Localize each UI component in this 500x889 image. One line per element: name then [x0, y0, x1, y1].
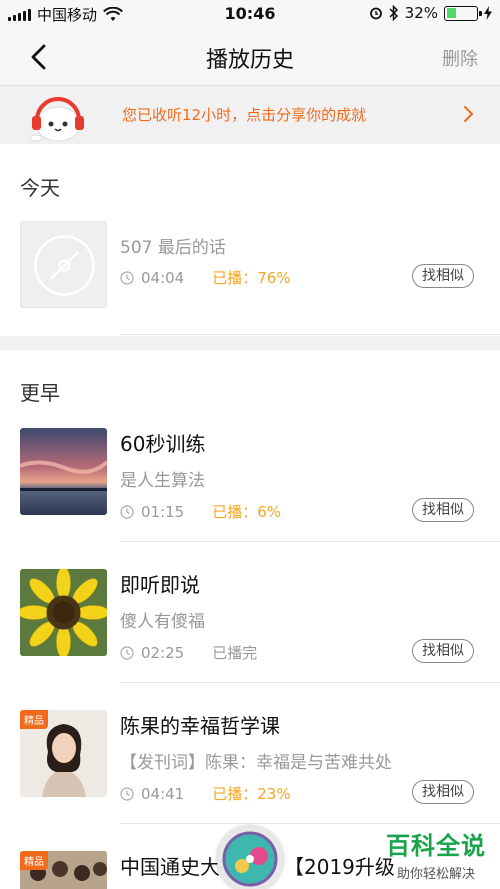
item-played-progress: 已播：76% [212, 269, 291, 287]
item-duration: 04:41 [141, 784, 185, 803]
item-subtitle: 傻人有傻福 [120, 612, 205, 632]
item-meta: 04:41 已播：23% [120, 783, 291, 804]
now-playing-cover-icon [222, 831, 278, 887]
item-played-progress: 已播完 [212, 644, 258, 662]
sunset-thumbnail [20, 428, 107, 515]
item-title-tail: 【2019升级 [284, 855, 395, 879]
find-similar-button[interactable]: 找相似 [412, 639, 474, 663]
charging-icon [484, 6, 492, 20]
item-duration: 01:15 [141, 502, 185, 521]
clock-icon [120, 270, 134, 285]
item-title: 陈果的幸福哲学课 [120, 714, 280, 738]
page-title: 播放历史 [205, 48, 294, 73]
item-meta: 01:15 已播：6% [120, 501, 281, 522]
row-divider [120, 823, 500, 824]
nav-bar: 播放历史 删除 [0, 28, 500, 86]
status-right: 32% [369, 4, 492, 22]
share-achievement-banner[interactable]: 您已收听12小时，点击分享你的成就 [0, 86, 500, 144]
item-meta: 02:25 已播完 [120, 642, 257, 663]
delete-button[interactable]: 删除 [442, 45, 478, 71]
section-earlier: 更早 [20, 381, 60, 405]
portrait-thumbnail: 精品 [20, 710, 107, 797]
item-title: 507 最后的话 [120, 238, 226, 258]
item-played-progress: 已播：23% [212, 785, 291, 803]
clock-icon [120, 786, 134, 801]
battery-level [446, 8, 456, 18]
disc-placeholder-thumbnail [20, 221, 107, 308]
item-title: 60秒训练 [120, 432, 206, 456]
item-title-head: 中国通史大 [120, 855, 220, 879]
status-bar: 中国移动 10:46 32% [0, 0, 500, 28]
item-duration: 02:25 [141, 643, 185, 662]
history-item[interactable]: 507 最后的话 04:04 已播：76% 找相似 [0, 205, 500, 345]
row-divider [120, 682, 500, 683]
row-divider [120, 334, 500, 335]
item-title: 即听即说 [120, 573, 200, 597]
group-photo-thumbnail: 精品 [20, 851, 107, 889]
row-divider [120, 541, 500, 542]
find-similar-button[interactable]: 找相似 [412, 780, 474, 804]
premium-badge: 精品 [20, 851, 48, 870]
item-meta: 04:04 已播：76% [120, 267, 291, 288]
bluetooth-icon [389, 5, 398, 21]
item-subtitle: 【发刊词】陈果：幸福是与苦难共处 [120, 753, 392, 773]
watermark-logo: 百科全说 助你轻松解决 [386, 826, 486, 882]
item-played-progress: 已播：6% [212, 503, 282, 521]
history-item[interactable]: 精品 陈果的幸福哲学课 【发刊词】陈果：幸福是与苦难共处 04:41 已播：23… [0, 694, 500, 834]
find-similar-button[interactable]: 找相似 [412, 264, 474, 288]
chevron-right-icon [464, 106, 474, 122]
mini-player-button[interactable] [217, 826, 283, 889]
find-similar-button[interactable]: 找相似 [412, 498, 474, 522]
clock-icon [120, 504, 134, 519]
battery-percent: 32% [404, 4, 438, 22]
mascot-headphones-icon [29, 97, 84, 142]
item-subtitle: 是人生算法 [120, 471, 205, 491]
watermark-subtitle: 助你轻松解决 [396, 867, 475, 882]
battery-icon [444, 5, 482, 21]
premium-badge: 精品 [20, 710, 48, 729]
watermark-title: 百科全说 [386, 832, 486, 860]
sunflower-thumbnail [20, 569, 107, 656]
section-separator [0, 336, 500, 350]
clock-icon [120, 645, 134, 660]
history-item[interactable]: 60秒训练 是人生算法 01:15 已播：6% 找相似 [0, 412, 500, 552]
section-today: 今天 [20, 176, 60, 200]
disc-icon [34, 235, 95, 296]
alarm-icon [369, 7, 382, 20]
history-item[interactable]: 即听即说 傻人有傻福 02:25 已播完 找相似 [0, 553, 500, 693]
item-duration: 04:04 [141, 268, 185, 287]
banner-text: 您已收听12小时，点击分享你的成就 [122, 106, 367, 124]
